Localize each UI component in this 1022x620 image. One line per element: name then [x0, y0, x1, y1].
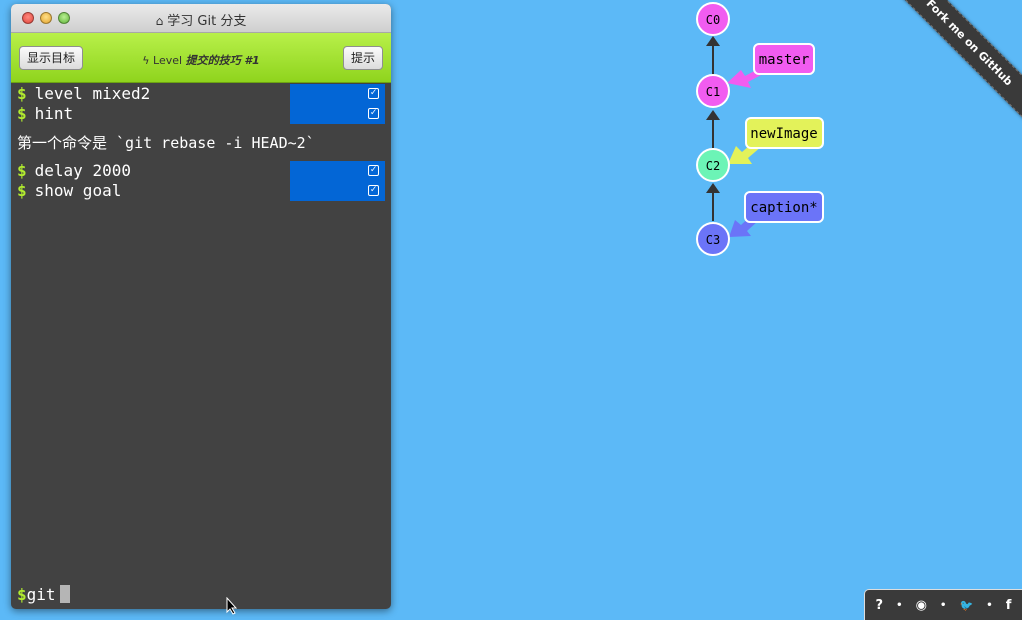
arrow-c1: [706, 110, 720, 120]
level-name: 提交的技巧 #1: [185, 54, 260, 67]
branch-newimage[interactable]: newImage: [728, 117, 824, 164]
checkbox-icon: ✓: [368, 165, 379, 176]
level-indicator: ϟ Level 提交的技巧 #1: [11, 52, 391, 68]
level-toolbar: 显示目标 ϟ Level 提交的技巧 #1 提示: [11, 33, 391, 83]
dollar-prompt: $: [17, 84, 27, 103]
command-status-bar: ✓: [290, 181, 385, 201]
hint-info-text: 第一个命令是 `git rebase -i HEAD~2`: [17, 134, 315, 152]
arrow-c0: [706, 36, 720, 46]
commit-c3[interactable]: C3: [696, 222, 730, 256]
separator-dot: •: [940, 599, 947, 611]
command-status-bar: ✓: [290, 161, 385, 181]
hint-button[interactable]: 提示: [342, 46, 383, 70]
terminal-output: ✓ $ level mixed2 ✓ $ hint 第一个命令是 `git reba…: [11, 83, 391, 201]
bolt-icon: ϟ: [142, 54, 150, 67]
command-input-value: git: [26, 585, 56, 604]
commit-c2-label: C2: [706, 159, 720, 173]
arrow-c2: [706, 183, 720, 193]
level-prefix: Level: [153, 54, 183, 67]
dollar-prompt: $: [17, 181, 27, 200]
globe-icon[interactable]: ◉: [916, 598, 927, 613]
command-input[interactable]: $git: [17, 584, 70, 606]
checkbox-icon: ✓: [368, 108, 379, 119]
separator-dot: •: [986, 599, 993, 611]
commit-c1-label: C1: [706, 85, 720, 99]
mouse-pointer-icon: [226, 597, 238, 615]
command-status-bar: ✓: [290, 104, 385, 124]
commit-c1[interactable]: C1: [696, 74, 730, 108]
command-line: ✓ $ hint: [11, 104, 391, 124]
help-icon[interactable]: ?: [876, 598, 884, 613]
window-title: 学习 Git 分支: [167, 14, 247, 29]
command-text: hint: [34, 104, 74, 123]
branch-newimage-label: newImage: [750, 126, 817, 142]
branch-caption-label: caption*: [750, 200, 817, 216]
command-text: level mixed2: [34, 84, 151, 103]
checkbox-icon: ✓: [368, 185, 379, 196]
branch-caption[interactable]: caption*: [729, 191, 824, 237]
twitter-icon[interactable]: 🐦: [959, 599, 973, 612]
commit-c2[interactable]: C2: [696, 148, 730, 182]
footer-links: ? • ◉ • 🐦 • f: [864, 589, 1022, 620]
checkbox-icon: ✓: [368, 88, 379, 99]
home-icon: ⌂: [155, 14, 164, 28]
text-cursor: [59, 585, 70, 603]
window-title-container: ⌂ 学习 Git 分支: [11, 10, 391, 29]
commit-c0[interactable]: C0: [696, 2, 730, 36]
separator-dot: •: [896, 599, 903, 611]
command-text: show goal: [34, 181, 122, 200]
commit-c0-label: C0: [706, 13, 720, 27]
branch-master-label: master: [759, 52, 810, 68]
command-line: ✓ $ show goal: [11, 181, 391, 201]
commit-c3-label: C3: [706, 233, 720, 247]
dollar-prompt: $: [17, 161, 27, 180]
command-line: ✓ $ level mixed2: [11, 84, 391, 104]
command-text: delay 2000: [34, 161, 131, 180]
dollar-prompt: $: [17, 104, 27, 123]
command-status-bar: ✓: [290, 84, 385, 104]
branch-master[interactable]: master: [727, 43, 815, 88]
facebook-icon[interactable]: f: [1006, 598, 1012, 613]
command-line: ✓ $ delay 2000: [11, 161, 391, 181]
dollar-prompt: $: [17, 585, 27, 604]
window-titlebar: ⌂ 学习 Git 分支: [11, 4, 391, 33]
terminal-window: ⌂ 学习 Git 分支 显示目标 ϟ Level 提交的技巧 #1 提示 ✓ $ l…: [11, 4, 391, 609]
